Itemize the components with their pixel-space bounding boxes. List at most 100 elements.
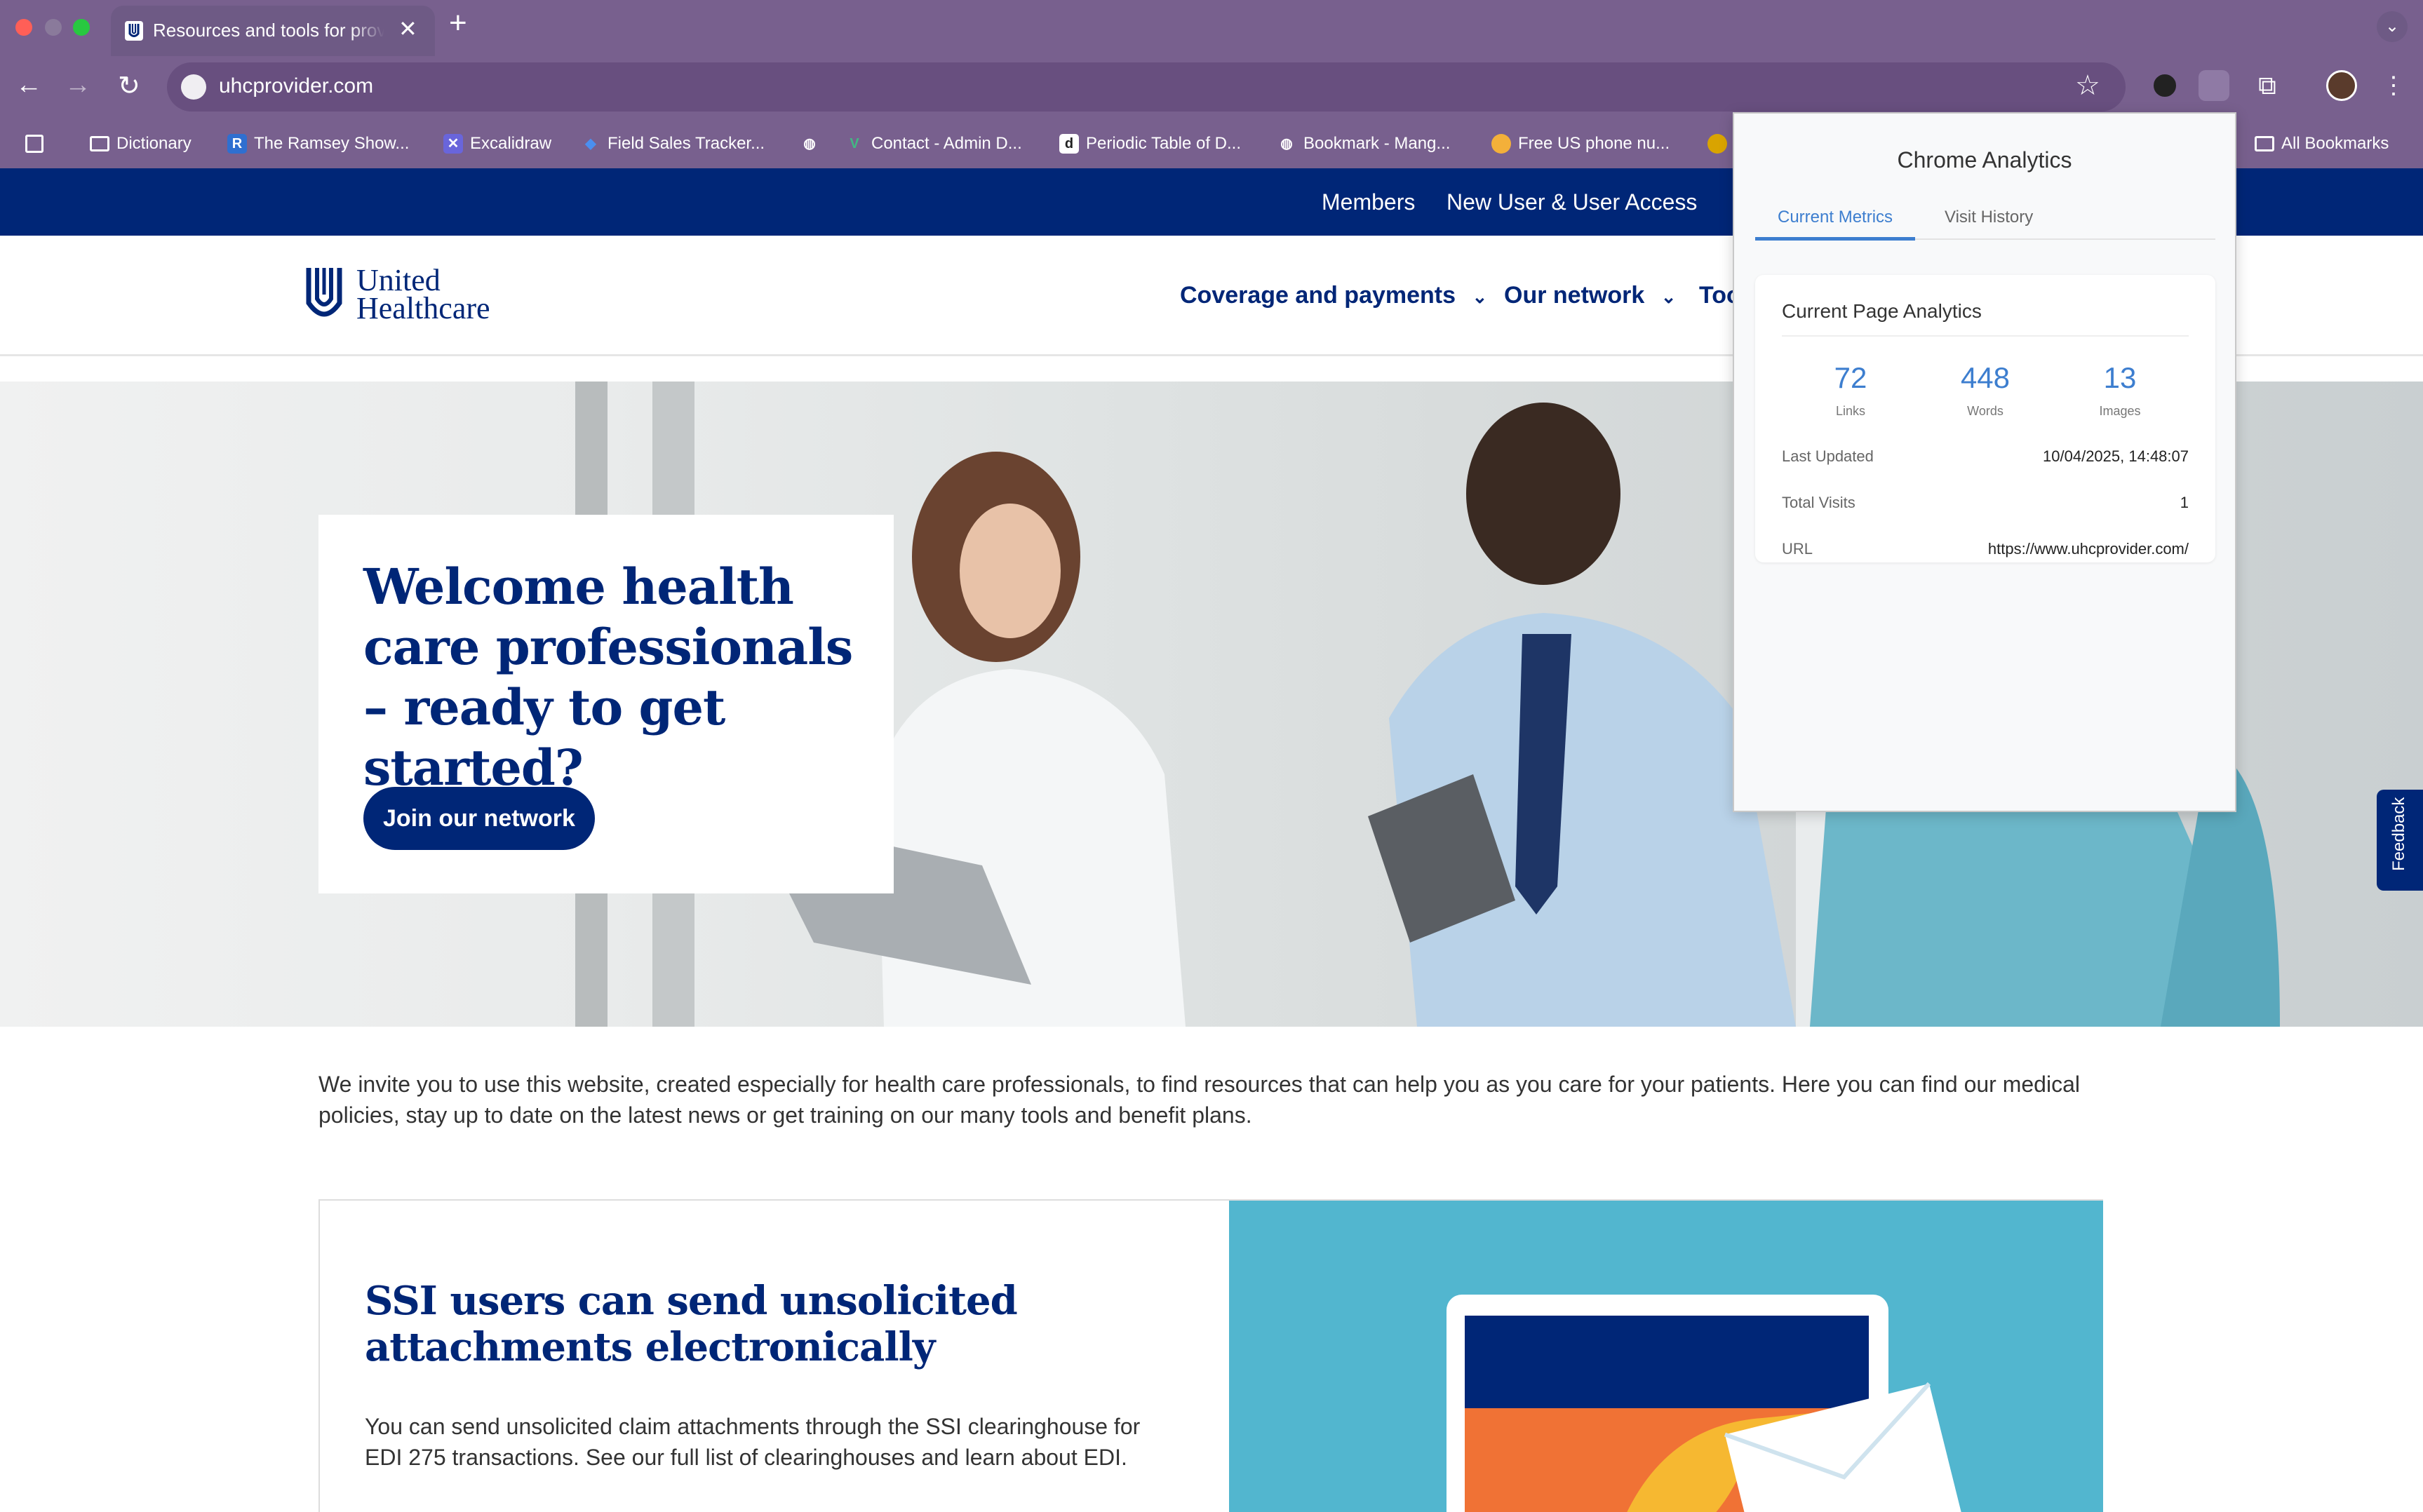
chrome-analytics-popup: Chrome Analytics Current Metrics Visit H… [1733, 112, 2236, 812]
tab-close-icon[interactable]: ✕ [398, 15, 417, 42]
site-info-icon[interactable] [181, 74, 206, 100]
folder-icon [90, 136, 109, 151]
excalidraw-icon: ✕ [443, 134, 463, 154]
bookmark-bookmark-manager[interactable]: ◍ Bookmark - Mang... [1277, 130, 1450, 157]
window-zoom-button[interactable] [73, 19, 90, 36]
bookmark-label: Periodic Table of D... [1086, 134, 1242, 153]
forward-arrow-icon[interactable]: → [65, 70, 91, 100]
url-label: URL [1782, 540, 1813, 558]
ssi-title: SSI users can send unsolicited attachmen… [365, 1278, 1018, 1370]
unitedhealthcare-logo[interactable]: United Healthcare [303, 264, 506, 327]
url-text[interactable]: uhcprovider.com [219, 74, 373, 98]
bookmark-label: Field Sales Tracker... [608, 134, 765, 153]
nav-label: Our network [1504, 282, 1645, 309]
metric-links: 72 Links [1794, 360, 1907, 419]
chrome-analytics-extension-icon[interactable] [2199, 70, 2229, 101]
ssi-illustration [1229, 1201, 2103, 1512]
metric-images: 13 Images [2064, 360, 2176, 419]
ramsey-logo-icon: R [227, 134, 247, 154]
total-visits-label: Total Visits [1782, 494, 1855, 511]
field-sales-icon: ◆ [585, 136, 596, 151]
phone-site-icon [1491, 134, 1511, 154]
browser-tab[interactable]: Resources and tools for providers ✕ [111, 6, 435, 56]
bookmark-label: Bookmark - Mang... [1303, 134, 1451, 153]
total-visits-value: 1 [2180, 494, 2189, 511]
bookmark-globe[interactable]: ◍ [800, 130, 826, 157]
metric-label: Words [1967, 404, 2003, 418]
nav-coverage-payments[interactable]: Coverage and payments ⌄ [1180, 282, 1487, 309]
popup-tabs: Current Metrics Visit History [1755, 199, 2215, 241]
bookmark-label: Free US phone nu... [1518, 134, 1670, 153]
tab-strip: Resources and tools for providers ✕ + ⌄ [0, 0, 2423, 56]
hero-title: Welcome health care professionals – read… [363, 558, 853, 797]
bookmark-free-phone[interactable]: Free US phone nu... [1491, 130, 1670, 157]
laptop-envelope-illustration [1447, 1295, 1961, 1512]
address-bar[interactable]: uhcprovider.com ☆ [167, 62, 2126, 112]
nav-our-network[interactable]: Our network ⌄ [1504, 282, 1677, 309]
globe-icon: ◍ [803, 136, 816, 151]
active-tab-indicator [1755, 237, 1915, 241]
feedback-label: Feedback [2389, 797, 2408, 871]
last-updated-value: 10/04/2025, 14:48:07 [2043, 447, 2189, 465]
browser-menu-icon[interactable]: ⋮ [2378, 70, 2409, 101]
extension-dark-icon[interactable] [2149, 70, 2180, 101]
ssi-body: You can send unsolicited claim attachmen… [365, 1414, 1141, 1470]
metric-value: 72 [1834, 361, 1867, 394]
metric-label: Links [1835, 404, 1866, 418]
tab-current-metrics[interactable]: Current Metrics [1778, 208, 1893, 227]
chevron-down-icon: ⌄ [1472, 286, 1488, 307]
bookmark-label: The Ramsey Show... [254, 134, 410, 153]
all-bookmarks[interactable]: All Bookmarks [2255, 130, 2389, 157]
nav-tools[interactable]: Tools [1699, 282, 1733, 309]
new-tab-button[interactable]: + [449, 6, 467, 41]
ssi-feature-card: SSI users can send unsolicited attachmen… [318, 1199, 2103, 1512]
members-link[interactable]: Members [1322, 189, 1415, 215]
logo-line-2: Healthcare [356, 291, 490, 325]
uhc-shield-icon [306, 268, 342, 317]
hero-card: Welcome health care professionals – read… [318, 515, 894, 893]
vue-icon: V [850, 136, 859, 151]
bookmark-dictionary[interactable]: Dictionary [90, 130, 192, 157]
join-network-button[interactable]: Join our network [363, 787, 595, 850]
url-value: https://www.uhcprovider.com/ [1987, 540, 2189, 558]
uhc-favicon-icon [125, 21, 143, 41]
bookmark-label: Contact - Admin D... [871, 134, 1022, 153]
bookmark-field-sales[interactable]: ◆ Field Sales Tracker... [581, 130, 765, 157]
metric-words: 448 Words [1929, 360, 2041, 419]
bookmark-label: Excalidraw [470, 134, 552, 153]
apps-grid-icon[interactable] [25, 130, 43, 157]
card-title: Current Page Analytics [1782, 300, 1982, 322]
periodic-d-icon: d [1059, 134, 1079, 154]
tab-visit-history[interactable]: Visit History [1945, 208, 2033, 227]
popup-title: Chrome Analytics [1897, 147, 2072, 173]
back-arrow-icon[interactable]: ← [15, 70, 42, 100]
chevron-down-icon: ⌄ [1660, 286, 1677, 307]
card-divider [1782, 335, 2189, 337]
bookmark-ramsey[interactable]: R The Ramsey Show... [227, 130, 409, 157]
bookmark-more-icon[interactable] [1707, 130, 1727, 157]
feedback-tab[interactable]: Feedback [2377, 790, 2423, 891]
extensions-puzzle-icon[interactable]: ⧉ [2252, 70, 2283, 101]
browser-toolbar: ← → ↻ uhcprovider.com ☆ ⧉ ⋮ [0, 56, 2423, 119]
new-user-access-link[interactable]: New User & User Access [1447, 189, 1697, 215]
folder-icon [2255, 136, 2274, 151]
nav-label: Coverage and payments [1180, 282, 1456, 309]
tab-search-chevron-icon[interactable]: ⌄ [2377, 11, 2408, 42]
globe-icon: ◍ [1280, 136, 1293, 151]
nav-label: Tools [1699, 282, 1733, 309]
tab-title: Resources and tools for providers [153, 20, 384, 41]
metric-label: Images [2099, 404, 2141, 418]
metric-value: 13 [2103, 361, 2137, 394]
profile-avatar[interactable] [2326, 70, 2357, 101]
reload-icon[interactable]: ↻ [118, 70, 140, 102]
bookmark-periodic-table[interactable]: d Periodic Table of D... [1059, 130, 1241, 157]
intro-paragraph: We invite you to use this website, creat… [318, 1072, 2080, 1128]
current-page-analytics-card: Current Page Analytics 72 Links 448 Word… [1755, 275, 2215, 562]
bookmark-label: Dictionary [116, 134, 192, 153]
bookmark-contact-admin[interactable]: V Contact - Admin D... [845, 130, 1022, 157]
bookmark-excalidraw[interactable]: ✕ Excalidraw [443, 130, 551, 157]
window-minimize-button[interactable] [45, 19, 62, 36]
metric-value: 448 [1960, 361, 2011, 394]
bookmark-star-icon[interactable]: ☆ [2075, 69, 2100, 102]
window-close-button[interactable] [15, 19, 32, 36]
